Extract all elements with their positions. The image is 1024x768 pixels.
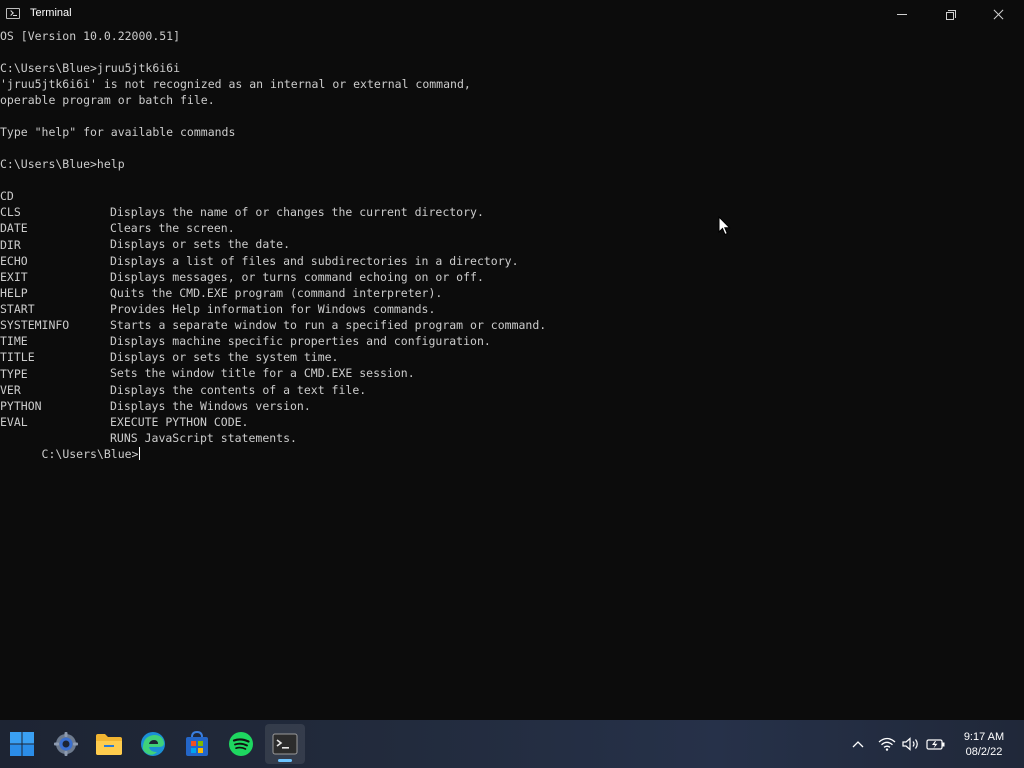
help-row: HELP Provides Help information for Windo… — [0, 269, 700, 316]
edge-button[interactable] — [133, 724, 173, 764]
minimize-icon — [897, 13, 907, 15]
battery-button[interactable] — [926, 734, 946, 754]
taskbar — [0, 720, 1024, 768]
maximize-button[interactable] — [926, 0, 974, 28]
help-row: PYTHON EXECUTE PYTHON CODE. — [0, 382, 700, 429]
close-icon — [993, 9, 1004, 20]
prompt-line[interactable]: C:\Users\Blue> — [0, 430, 141, 461]
terminal-line: OS [Version 10.0.22000.51] — [0, 29, 181, 43]
help-row: START Starts a separate window to run a … — [0, 285, 700, 332]
help-row: ECHO Displays messages, or turns command… — [0, 237, 700, 284]
spotify-button[interactable] — [221, 724, 261, 764]
title-bar[interactable]: Terminal — [0, 0, 1024, 28]
terminal-line: Type "help" for available commands — [0, 125, 236, 139]
terminal-line: 'jruu5jtk6i6i' is not recognized as an i… — [0, 77, 471, 91]
spotify-icon — [229, 732, 253, 756]
window-title: Terminal — [30, 7, 72, 19]
active-indicator — [278, 759, 292, 762]
terminal-app-icon — [6, 8, 20, 19]
help-row: DATE Displays or sets the date. — [0, 204, 700, 251]
taskbar-clock[interactable]: 9:17 AM 08/2/22 — [956, 730, 1012, 760]
help-row: EXIT Quits the CMD.EXE program (command … — [0, 253, 700, 300]
text-cursor — [139, 447, 141, 460]
edge-icon — [141, 732, 165, 756]
terminal-line: operable program or batch file. — [0, 93, 215, 107]
volume-button[interactable] — [901, 734, 921, 754]
terminal-taskbar-button[interactable] — [265, 724, 305, 764]
help-row: EVAL RUNS JavaScript statements. — [0, 398, 700, 445]
wifi-icon — [878, 737, 896, 751]
start-icon — [10, 732, 34, 756]
help-row: SYSTEMINFO Displays machine specific pro… — [0, 301, 700, 348]
help-row: TITLE Sets the window title for a CMD.EX… — [0, 333, 700, 380]
terminal-icon — [272, 733, 298, 755]
settings-button[interactable] — [46, 724, 86, 764]
network-button[interactable] — [877, 734, 897, 754]
close-button[interactable] — [974, 0, 1022, 28]
help-row: DIR Displays a list of files and subdire… — [0, 221, 700, 268]
file-explorer-button[interactable] — [89, 724, 129, 764]
help-row: VER Displays the Windows version. — [0, 366, 700, 413]
minimize-button[interactable] — [878, 0, 926, 28]
mouse-pointer-icon — [718, 216, 731, 236]
store-button[interactable] — [177, 724, 217, 764]
clock-date: 08/2/22 — [965, 746, 1003, 758]
terminal-output[interactable]: OS [Version 10.0.22000.51] C:\Users\Blue… — [0, 28, 1024, 718]
terminal-line: C:\Users\Blue>jruu5jtk6i6i — [0, 61, 181, 75]
help-row: CLS Clears the screen. — [0, 188, 700, 235]
help-row: TYPE Displays the contents of a text fil… — [0, 350, 700, 397]
help-description: EXECUTE PYTHON CODE. — [110, 415, 249, 429]
help-row: TIME Displays or sets the system time. — [0, 317, 700, 364]
chevron-up-icon — [852, 741, 864, 748]
store-icon — [186, 731, 208, 756]
help-command: EVAL — [0, 415, 28, 429]
prompt-text: C:\Users\Blue> — [41, 447, 139, 461]
help-row: CD Displays the name of or changes the c… — [0, 172, 700, 219]
terminal-window: Terminal OS [Version 10.0.22000.51] C:\U… — [0, 0, 1024, 720]
clock-time: 9:17 AM — [963, 731, 1005, 743]
start-button[interactable] — [2, 724, 42, 764]
volume-icon — [902, 737, 918, 751]
terminal-line: C:\Users\Blue>help — [0, 157, 125, 171]
battery-icon — [926, 739, 945, 750]
file-explorer-icon — [96, 734, 122, 755]
maximize-icon — [945, 9, 956, 20]
settings-icon — [54, 732, 78, 756]
show-hidden-icons-button[interactable] — [848, 734, 868, 754]
